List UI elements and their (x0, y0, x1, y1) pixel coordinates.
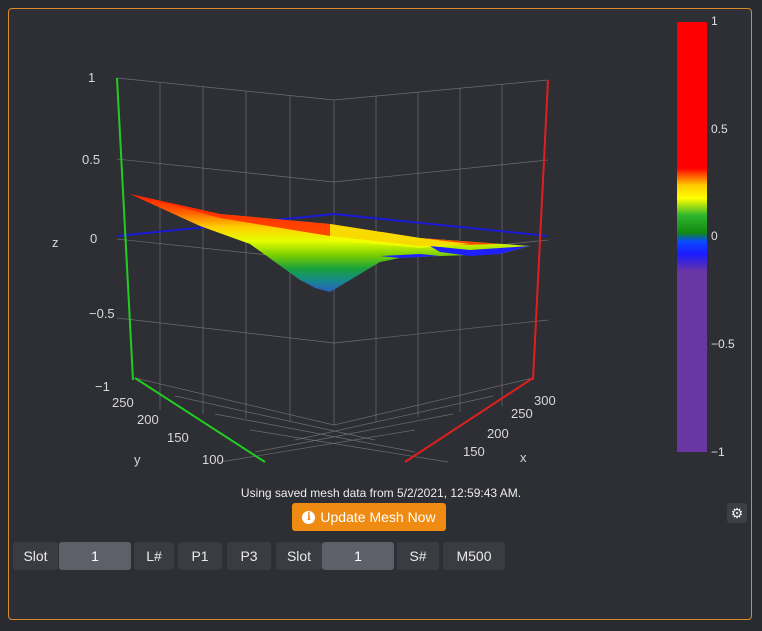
y-tick-label: 150 (167, 430, 189, 445)
p3-button[interactable]: P3 (227, 542, 271, 570)
m500-button[interactable]: M500 (443, 542, 505, 570)
y-tick-label: 200 (137, 412, 159, 427)
mesh-surface (130, 194, 530, 292)
colorbar-tick: −0.5 (711, 337, 735, 351)
load-mesh-button[interactable]: L# (134, 542, 174, 570)
z-axis-title: z (52, 235, 59, 250)
p1-button[interactable]: P1 (178, 542, 222, 570)
x-tick-label: 150 (463, 444, 485, 459)
y-axis-title: y (134, 452, 141, 467)
z-tick-label: 0 (90, 231, 97, 246)
save-slot-input[interactable]: 1 (322, 542, 394, 570)
load-slot-input[interactable]: 1 (59, 542, 131, 570)
z-tick-label: 0.5 (82, 152, 100, 167)
mesh-3d-plot[interactable]: 1 0.5 0 −0.5 −1 z 250 200 150 100 y 300 … (0, 0, 762, 480)
colorbar-tick: 0.5 (711, 122, 728, 136)
colorbar-tick: 0 (711, 229, 718, 243)
z-axis-line (116, 77, 134, 381)
x-axis-title: x (520, 450, 527, 465)
colorbar-tick: −1 (711, 445, 725, 459)
slot-label-save: Slot (276, 542, 322, 570)
info-circle-icon: i (302, 510, 316, 524)
x-tick-label: 300 (534, 393, 556, 408)
z-tick-label: 1 (88, 70, 95, 85)
colorbar-tick: 1 (711, 14, 718, 28)
update-mesh-button[interactable]: i Update Mesh Now (292, 503, 446, 531)
z-tick-label: −0.5 (89, 306, 115, 321)
x-tick-label: 200 (487, 426, 509, 441)
y-tick-label: 250 (112, 395, 134, 410)
slot-label-load: Slot (13, 542, 58, 570)
colorbar (677, 22, 707, 452)
x-tick-label: 250 (511, 406, 533, 421)
update-mesh-label: Update Mesh Now (320, 509, 436, 525)
z-axis-line-right (532, 79, 549, 381)
gear-icon[interactable]: ⚙ (727, 503, 747, 523)
y-tick-label: 100 (202, 452, 224, 467)
z-tick-label: −1 (95, 379, 110, 394)
save-mesh-button[interactable]: S# (397, 542, 439, 570)
mesh-status-text: Using saved mesh data from 5/2/2021, 12:… (240, 486, 522, 500)
